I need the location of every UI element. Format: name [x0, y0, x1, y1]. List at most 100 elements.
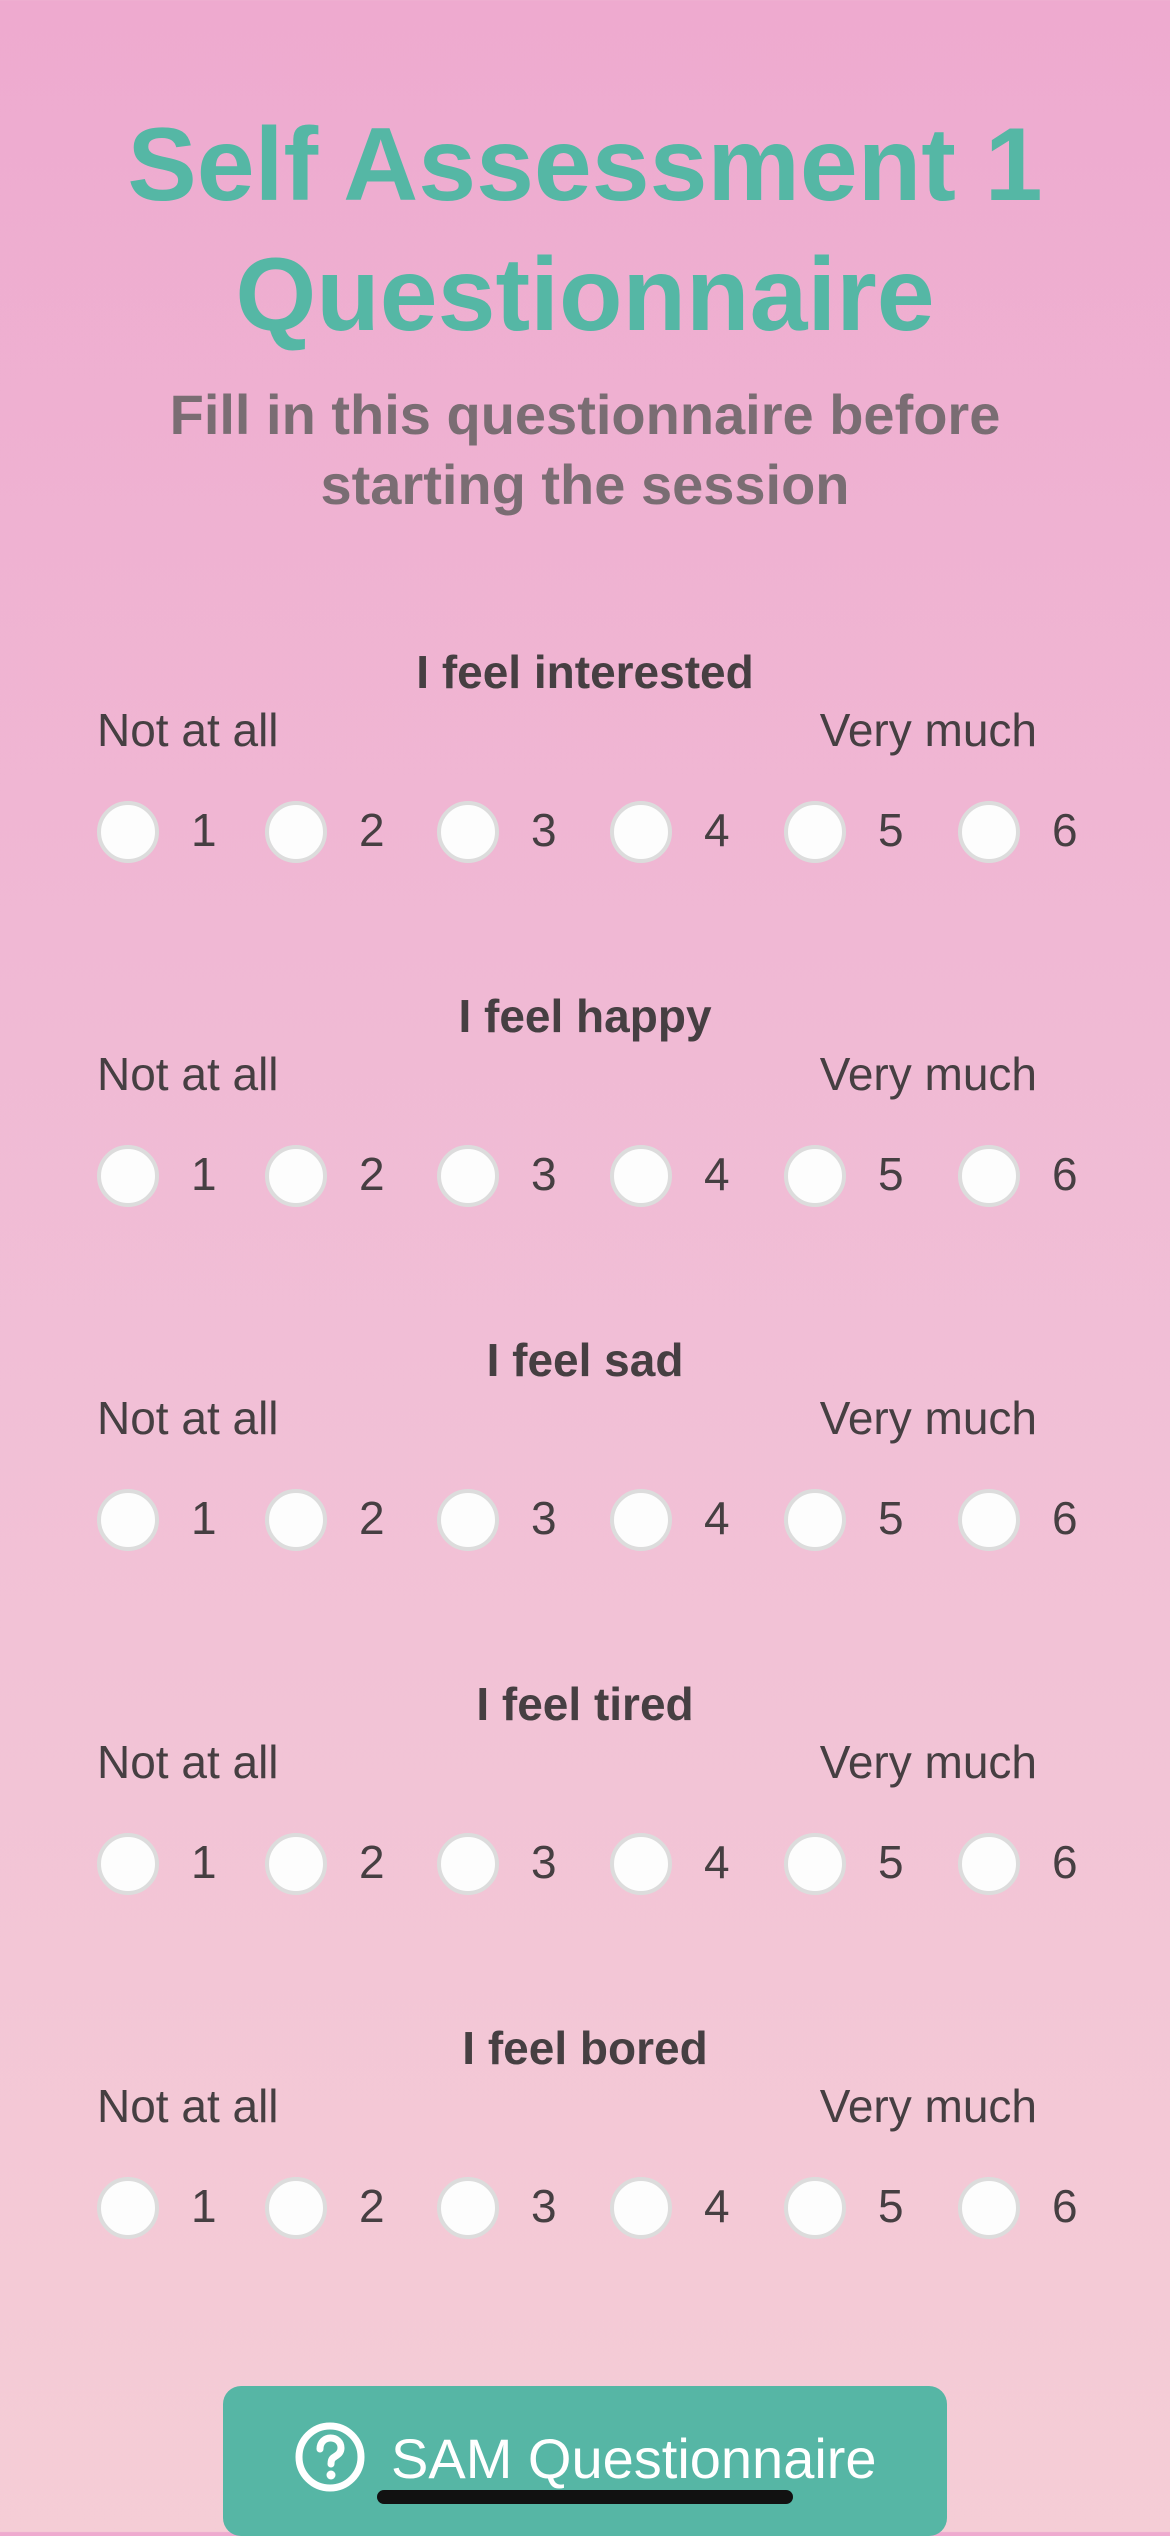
- rating-option[interactable]: 4: [610, 1143, 750, 1207]
- page-title-line2: Questionnaire: [235, 237, 935, 353]
- radio-button[interactable]: [97, 801, 159, 863]
- radio-button[interactable]: [437, 2177, 499, 2239]
- rating-option[interactable]: 6: [958, 799, 1098, 863]
- question-label: I feel bored: [462, 2022, 708, 2074]
- radio-button[interactable]: [784, 1833, 846, 1895]
- rating-option-label: 5: [878, 1148, 904, 1200]
- radio-button[interactable]: [437, 1489, 499, 1551]
- radio-button[interactable]: [265, 1833, 327, 1895]
- rating-option[interactable]: 3: [437, 2175, 577, 2239]
- rating-option-label: 2: [359, 1836, 385, 1888]
- rating-option[interactable]: 3: [437, 799, 577, 863]
- rating-option-label: 4: [704, 1148, 730, 1200]
- rating-option-label: 1: [191, 2180, 217, 2232]
- rating-option[interactable]: 6: [958, 2175, 1098, 2239]
- rating-option[interactable]: 1: [97, 1143, 237, 1207]
- rating-option-label: 4: [704, 1836, 730, 1888]
- rating-option[interactable]: 6: [958, 1831, 1098, 1895]
- sam-button-label: SAM Questionnaire: [391, 2427, 877, 2490]
- rating-option[interactable]: 1: [97, 1487, 237, 1551]
- page-title: Self Assessment 1 Questionnaire: [0, 100, 1170, 360]
- rating-option-label: 1: [191, 1492, 217, 1544]
- rating-option[interactable]: 5: [784, 1831, 924, 1895]
- radio-button[interactable]: [958, 1489, 1020, 1551]
- page-subtitle-line2: starting the session: [320, 453, 850, 516]
- radio-button[interactable]: [97, 1145, 159, 1207]
- rating-option[interactable]: 5: [784, 2175, 924, 2239]
- rating-option[interactable]: 4: [610, 2175, 750, 2239]
- rating-option[interactable]: 2: [265, 1143, 405, 1207]
- radio-button[interactable]: [958, 2177, 1020, 2239]
- radio-button[interactable]: [610, 1833, 672, 1895]
- scale-max-label: Very much: [819, 1392, 1037, 1444]
- radio-button[interactable]: [437, 801, 499, 863]
- rating-option[interactable]: 3: [437, 1487, 577, 1551]
- page-title-line1: Self Assessment 1: [127, 107, 1043, 223]
- radio-button[interactable]: [784, 1489, 846, 1551]
- rating-option[interactable]: 4: [610, 1487, 750, 1551]
- rating-option-label: 4: [704, 804, 730, 856]
- radio-button[interactable]: [610, 801, 672, 863]
- radio-button[interactable]: [958, 1145, 1020, 1207]
- rating-option-label: 3: [531, 1492, 557, 1544]
- radio-button[interactable]: [97, 2177, 159, 2239]
- rating-option[interactable]: 2: [265, 799, 405, 863]
- scale-min-label: Not at all: [97, 704, 279, 756]
- radio-button[interactable]: [784, 2177, 846, 2239]
- scale-min-label: Not at all: [97, 1736, 279, 1788]
- radio-button[interactable]: [265, 2177, 327, 2239]
- scale-max-label: Very much: [819, 1736, 1037, 1788]
- rating-option[interactable]: 5: [784, 799, 924, 863]
- rating-option-label: 3: [531, 804, 557, 856]
- rating-option[interactable]: 6: [958, 1143, 1098, 1207]
- page-subtitle: Fill in this questionnaire before starti…: [0, 380, 1170, 520]
- rating-option-label: 4: [704, 2180, 730, 2232]
- rating-option[interactable]: 2: [265, 2175, 405, 2239]
- rating-option-label: 6: [1052, 804, 1078, 856]
- rating-option[interactable]: 3: [437, 1831, 577, 1895]
- radio-button[interactable]: [784, 801, 846, 863]
- radio-button[interactable]: [610, 2177, 672, 2239]
- scale-max-label: Very much: [819, 704, 1037, 756]
- rating-option-label: 3: [531, 1836, 557, 1888]
- rating-option[interactable]: 6: [958, 1487, 1098, 1551]
- rating-option[interactable]: 4: [610, 1831, 750, 1895]
- radio-button[interactable]: [97, 1489, 159, 1551]
- rating-option-label: 2: [359, 804, 385, 856]
- radio-button[interactable]: [265, 1145, 327, 1207]
- rating-option[interactable]: 3: [437, 1143, 577, 1207]
- rating-option-label: 3: [531, 1148, 557, 1200]
- rating-option[interactable]: 5: [784, 1487, 924, 1551]
- question-circle-icon: [295, 2422, 365, 2492]
- rating-option-label: 5: [878, 1836, 904, 1888]
- radio-button[interactable]: [265, 801, 327, 863]
- question-label: I feel sad: [486, 1334, 684, 1386]
- scale-max-label: Very much: [819, 1048, 1037, 1100]
- rating-option[interactable]: 5: [784, 1143, 924, 1207]
- radio-button[interactable]: [437, 1833, 499, 1895]
- rating-option-label: 1: [191, 1836, 217, 1888]
- sam-questionnaire-button[interactable]: SAM Questionnaire: [223, 2386, 947, 2536]
- radio-button[interactable]: [97, 1833, 159, 1895]
- scale-min-label: Not at all: [97, 1048, 279, 1100]
- radio-button[interactable]: [958, 1833, 1020, 1895]
- radio-button[interactable]: [610, 1489, 672, 1551]
- rating-option-label: 2: [359, 1148, 385, 1200]
- radio-button[interactable]: [784, 1145, 846, 1207]
- radio-button[interactable]: [437, 1145, 499, 1207]
- radio-button[interactable]: [265, 1489, 327, 1551]
- radio-button[interactable]: [958, 801, 1020, 863]
- rating-option[interactable]: 2: [265, 1831, 405, 1895]
- question-block: I feel interested Not at all Very much 1 2 3 4…: [0, 644, 1170, 904]
- rating-option-label: 5: [878, 2180, 904, 2232]
- rating-option[interactable]: 1: [97, 2175, 237, 2239]
- question-label: I feel tired: [476, 1678, 694, 1730]
- rating-option[interactable]: 1: [97, 1831, 237, 1895]
- home-indicator[interactable]: [377, 2490, 793, 2504]
- scale-min-label: Not at all: [97, 2080, 279, 2132]
- rating-option[interactable]: 1: [97, 799, 237, 863]
- rating-option-label: 5: [878, 1492, 904, 1544]
- rating-option[interactable]: 4: [610, 799, 750, 863]
- rating-option[interactable]: 2: [265, 1487, 405, 1551]
- radio-button[interactable]: [610, 1145, 672, 1207]
